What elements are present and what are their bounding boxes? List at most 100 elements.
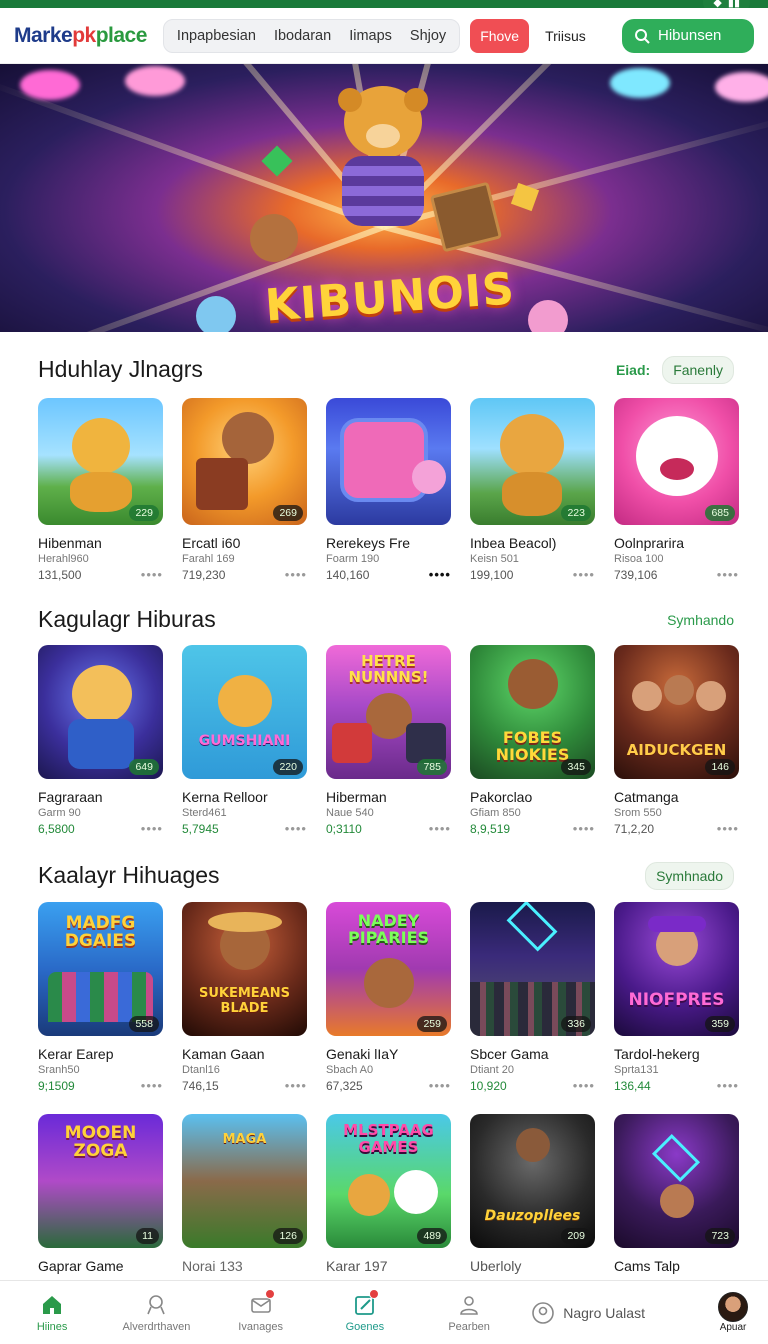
section-1-filter-pill[interactable]: Fanenly [662, 356, 734, 384]
more-options-icon[interactable]: •••• [141, 567, 163, 582]
game-thumbnail [326, 398, 451, 525]
game-thumbnail: 723 [614, 1114, 739, 1248]
game-title: Oolnprarira [614, 535, 685, 551]
game-thumbnail: AIDUCKGEN 146 [614, 645, 739, 779]
section-2-link[interactable]: Symhando [667, 612, 734, 628]
nav-item-2[interactable]: Ibodaran [265, 28, 340, 44]
bottom-nav-messages[interactable]: Ivanages [209, 1288, 313, 1333]
more-options-icon[interactable]: •••• [717, 1078, 739, 1093]
notification-dot [369, 1288, 380, 1299]
game-subtitle: Dtiant 20 [470, 1064, 515, 1076]
bottom-nav-advertisements[interactable]: Alverdrthaven [104, 1293, 208, 1333]
game-card[interactable]: HETRE NUNNNS! 785 Hiberman Naue 540 0;31… [326, 645, 451, 836]
more-options-icon[interactable]: •••• [285, 1078, 307, 1093]
game-card[interactable]: 685 Oolnprarira Risoa 100 739,106 •••• [614, 398, 739, 582]
more-options-icon[interactable]: •••• [141, 1078, 163, 1093]
more-options-icon[interactable]: •••• [429, 567, 451, 582]
game-value: 719,230 [182, 567, 226, 582]
game-card[interactable]: FOBES NIOKIES 345 Pakorclao Gfiam 850 8,… [470, 645, 595, 836]
more-options-icon[interactable]: •••• [573, 1078, 595, 1093]
game-thumbnail: SUKEMEANS BLADE [182, 902, 307, 1036]
game-subtitle: Risoa 100 [614, 553, 664, 565]
more-options-icon[interactable]: •••• [285, 821, 307, 836]
notification-dot [264, 1288, 275, 1299]
bottom-nav-games[interactable]: Goenes [313, 1288, 417, 1333]
game-badge: 11 [136, 1228, 159, 1244]
game-thumbnail: 269 [182, 398, 307, 525]
game-card[interactable]: 269 Ercatl i60 Farahl 169 719,230 •••• [182, 398, 307, 582]
game-thumbnail: MOOEN ZOGA 11 [38, 1114, 163, 1248]
game-card[interactable]: 723 Cams Talp [614, 1114, 739, 1274]
search-button-label: Hibunsen [658, 27, 722, 44]
game-card[interactable]: 229 Hibenman Herahl960 131,500 •••• [38, 398, 163, 582]
more-options-icon[interactable]: •••• [573, 567, 595, 582]
avatar-label: Apuar [719, 1322, 747, 1333]
bottom-nav-messages-label: Ivanages [238, 1320, 283, 1333]
game-art-text: AIDUCKGEN [626, 741, 727, 759]
game-value: 131,500 [38, 567, 82, 582]
game-thumbnail: 649 [38, 645, 163, 779]
logo-part-4: place [95, 23, 148, 47]
bottom-nav-avatar[interactable]: Apuar [698, 1292, 768, 1333]
hero-pink-bear [528, 300, 568, 332]
game-art-text: NADEY PIPARIES [347, 911, 430, 947]
game-card[interactable]: AIDUCKGEN 146 Catmanga Srom 550 71,2,20 •… [614, 645, 739, 836]
hero-banner[interactable]: KIBUNOIS [0, 64, 768, 332]
game-card[interactable]: 649 Fagraraan Garm 90 6,5800 •••• [38, 645, 163, 836]
bottom-nav-profile-label: Pearben [448, 1320, 490, 1333]
section-3-filter-pill[interactable]: Symhnado [645, 862, 734, 890]
more-options-icon[interactable]: •••• [717, 821, 739, 836]
game-value: 199,100 [470, 567, 514, 582]
game-thumbnail: FOBES NIOKIES 345 [470, 645, 595, 779]
nav-highlight-button[interactable]: Fhove [470, 18, 530, 53]
more-options-icon[interactable]: •••• [285, 567, 307, 582]
game-art-text: GUMSHIANI [198, 733, 291, 749]
game-card[interactable]: MLSTPAAG GAMES 489 Karar 197 [326, 1114, 451, 1274]
more-options-icon[interactable]: •••• [573, 821, 595, 836]
more-options-icon[interactable]: •••• [429, 821, 451, 836]
search-button[interactable]: Hibunsen [622, 18, 754, 53]
game-card[interactable]: NIOFPRES 359 Tardol-hekerg Sprta131 136,… [614, 902, 739, 1093]
megaphone-icon [147, 1294, 166, 1314]
bottom-nav-user-switch[interactable]: Nagro Ualast [521, 1301, 698, 1325]
game-card[interactable]: Dauzopllees 209 Uberloly [470, 1114, 595, 1274]
game-title: Pakorclao [470, 789, 533, 805]
game-card[interactable]: SUKEMEANS BLADE Kaman Gaan Dtanl16 746,1… [182, 902, 307, 1093]
more-options-icon[interactable]: •••• [717, 567, 739, 582]
user-icon [460, 1295, 478, 1315]
game-art-text: MLSTPAAG GAMES [343, 1121, 434, 1156]
game-value: 5,7945 [182, 821, 219, 836]
game-subtitle: Farahl 169 [182, 553, 235, 565]
game-art-text: MADFG DGAIES [64, 913, 137, 951]
game-badge: 359 [705, 1016, 735, 1032]
bottom-nav-home[interactable]: Hiines [0, 1293, 104, 1333]
game-subtitle: Garm 90 [38, 807, 81, 819]
game-thumbnail: 685 [614, 398, 739, 525]
more-options-icon[interactable]: •••• [141, 821, 163, 836]
game-badge: 146 [705, 759, 735, 775]
game-thumbnail: NADEY PIPARIES 259 [326, 902, 451, 1036]
game-art-text: MAGA [222, 1132, 267, 1147]
game-card[interactable]: NADEY PIPARIES 259 Genaki lIaY Sbach A0 … [326, 902, 451, 1093]
game-card[interactable]: MADFG DGAIES 558 Kerar Earep Sranh50 9;1… [38, 902, 163, 1093]
game-badge: 126 [273, 1228, 303, 1244]
game-card[interactable]: MAGA 126 Norai 133 [182, 1114, 307, 1274]
game-card[interactable]: MOOEN ZOGA 11 Gaprar Game [38, 1114, 163, 1274]
nav-item-3[interactable]: Iimaps [340, 28, 401, 44]
game-subtitle: Sprta131 [614, 1064, 659, 1076]
game-card[interactable]: Rerekeys Fre Foarm 190 140,160 •••• [326, 398, 451, 582]
section-1-link[interactable]: Eiad: [616, 362, 650, 378]
bottom-nav-profile[interactable]: Pearben [417, 1293, 521, 1333]
game-card[interactable]: GUMSHIANI 220 Kerna Relloor Sterd461 5,7… [182, 645, 307, 836]
nav-item-1[interactable]: Inpapbesian [168, 28, 265, 44]
home-icon [43, 1295, 62, 1314]
game-title: Kaman Gaan [182, 1046, 265, 1062]
marketplace-logo[interactable]: Marke p k place [14, 24, 147, 48]
nav-link[interactable]: Triisus [545, 28, 586, 44]
nav-item-4[interactable]: Shjoy [401, 28, 455, 44]
game-card[interactable]: 336 Sbcer Gama Dtiant 20 10,920 •••• [470, 902, 595, 1093]
logo-part-3: k [84, 23, 97, 47]
section-2-title: Kagulagr Hiburas [38, 606, 216, 632]
game-card[interactable]: 223 Inbea Beacol) Keisn 501 199,100 •••• [470, 398, 595, 582]
more-options-icon[interactable]: •••• [429, 1078, 451, 1093]
